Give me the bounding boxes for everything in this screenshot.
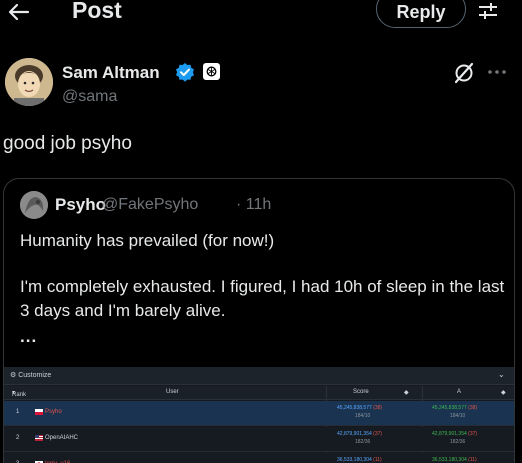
verified-badge-icon [175, 62, 195, 82]
author-name[interactable]: Sam Altman [62, 63, 160, 83]
row-a: 45,245,838,577 (38) 184/10 [432, 405, 478, 419]
leaderboard-header: Rank ▾ User Score ◆ A ◆ [4, 386, 514, 400]
row-score: 42,879,901,354 (37) 182/36 [337, 431, 383, 445]
top-bar: Post Reply [0, 0, 522, 30]
chevron-down-icon: ⌄ [498, 370, 505, 379]
grok-icon[interactable] [452, 61, 476, 85]
page-title: Post [72, 0, 122, 23]
openai-logo-icon[interactable] [203, 63, 220, 80]
more-horizontal-icon[interactable] [486, 62, 508, 82]
col-score-sort: ◆ [404, 390, 409, 396]
row-score: 36,533,180,304 (11) [337, 457, 382, 463]
flag-icon [35, 435, 43, 441]
table-row: 2 OpenAIAHC 42,879,901,354 (37) 182/36 42… [4, 427, 514, 452]
col-a-sort: ◆ [501, 390, 506, 396]
row-rank: 2 [16, 435, 20, 441]
quoted-timestamp: · 11h [236, 196, 272, 213]
leaderboard-image[interactable]: ⚙ Customize ⌄ Rank ▾ User Score ◆ A ◆ 1 P… [4, 367, 514, 463]
author-avatar[interactable] [5, 58, 53, 106]
flag-icon [35, 409, 43, 415]
row-a: 36,533,180,304 (11) [432, 457, 477, 463]
quoted-ellipsis: ... [20, 327, 38, 346]
quoted-tweet-card[interactable]: Psyho @FakePsyho · 11h Humanity has prev… [3, 178, 515, 463]
back-button[interactable] [6, 0, 32, 24]
arrow-left-icon [8, 3, 30, 21]
quoted-line-2: I'm completely exhausted. I figured, I h… [20, 277, 505, 320]
col-user: User [166, 389, 179, 395]
table-row: 1 Psyho 45,245,838,577 (38) 184/10 45,245… [4, 401, 514, 426]
col-score: Score [353, 389, 369, 395]
reply-button[interactable]: Reply [376, 0, 466, 28]
filter-button[interactable] [477, 0, 499, 22]
avatar-image [5, 58, 53, 106]
col-rank: Rank ▾ [12, 390, 27, 398]
quoted-author-handle: @FakePsyho [102, 196, 199, 213]
leaderboard-toolbar: ⚙ Customize ⌄ [4, 367, 514, 385]
post-page: Post Reply Sam Altman @sama good job psy… [0, 0, 522, 463]
customize-label: ⚙ Customize [10, 372, 52, 379]
quoted-tweet-text: Humanity has prevailed (for now!) I'm co… [20, 229, 506, 323]
row-user: Psyho [45, 409, 62, 415]
row-score: 45,245,838,577 (38) 184/10 [337, 405, 383, 419]
quoted-author-name: Psyho [55, 195, 107, 214]
quoted-author-avatar [20, 191, 48, 219]
quoted-line-1: Humanity has prevailed (for now!) [20, 231, 275, 250]
row-user: OpenAIAHC [45, 435, 79, 441]
tweet-text: good job psyho [3, 133, 132, 154]
sliders-icon [479, 3, 497, 19]
table-row: 3 terry_u16 36,533,180,304 (11) 36,533,1… [4, 453, 514, 463]
row-a: 42,879,901,354 (37) 182/36 [432, 431, 478, 445]
row-rank: 1 [16, 409, 20, 415]
col-a: A [457, 389, 462, 395]
author-handle[interactable]: @sama [62, 88, 117, 106]
